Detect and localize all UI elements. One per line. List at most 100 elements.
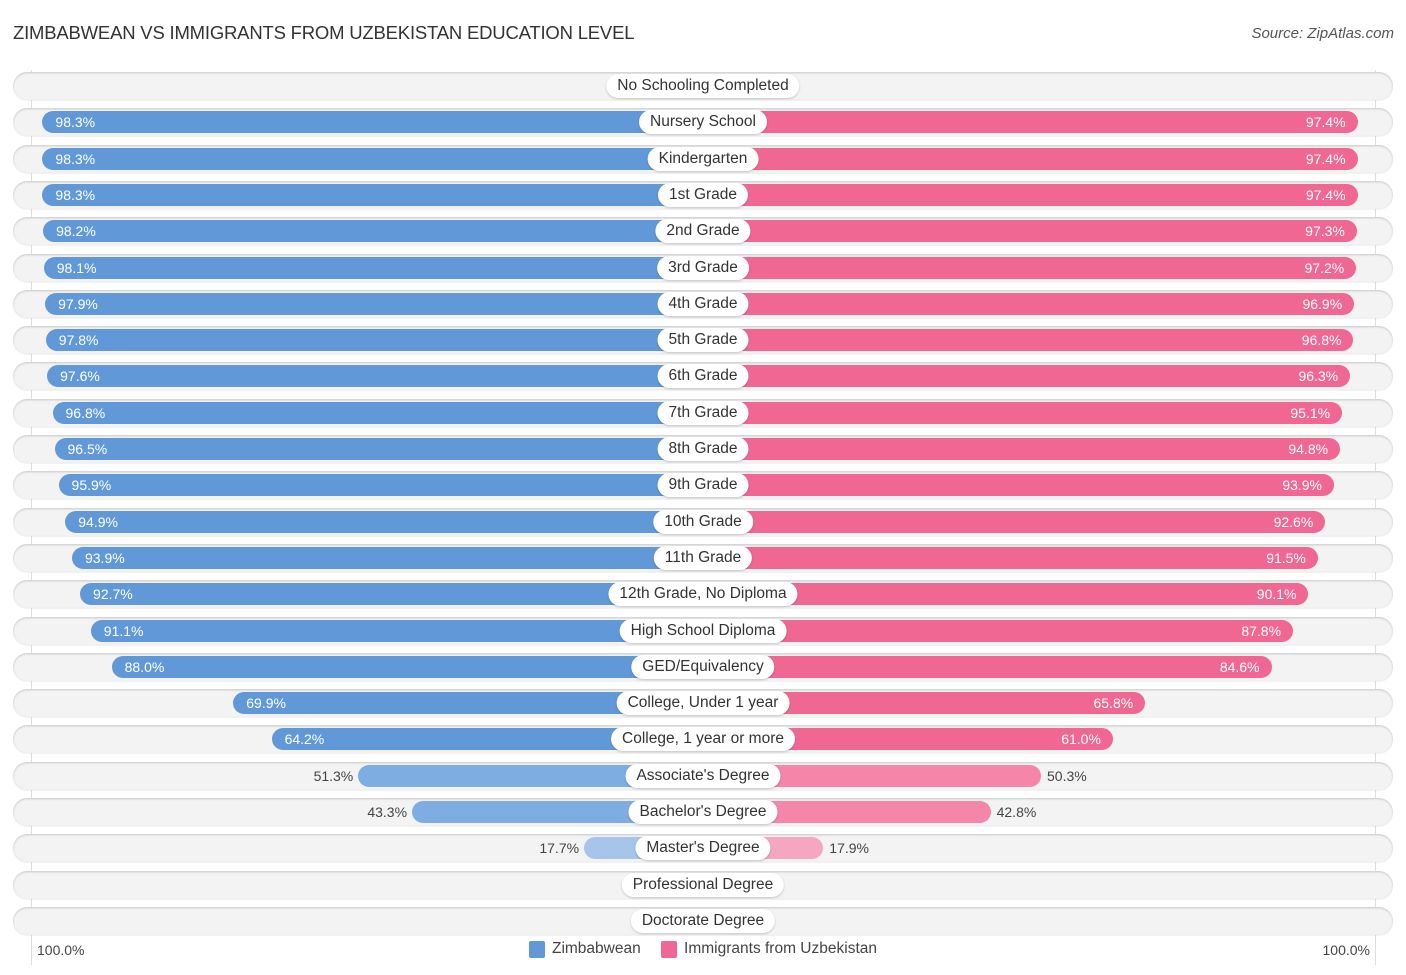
- chart-row: 97.8% 96.8% 5th Grade: [13, 326, 1393, 355]
- value-label-uzbekistan: 87.8%: [1241, 622, 1282, 639]
- value-label-uzbekistan: 92.6%: [1273, 513, 1314, 530]
- bar-zimbabwean[interactable]: [65, 510, 703, 533]
- category-label: 3rd Grade: [657, 255, 749, 280]
- value-label-zimbabwean: 92.7%: [93, 586, 133, 603]
- bar-zimbabwean[interactable]: [42, 147, 703, 170]
- legend-swatch-zimbabwean: [528, 940, 545, 958]
- bar-uzbekistan[interactable]: [703, 365, 1351, 388]
- category-label: College, Under 1 year: [616, 691, 790, 716]
- value-label-uzbekistan: 96.8%: [1301, 332, 1342, 349]
- bar-uzbekistan[interactable]: [703, 111, 1358, 134]
- chart-row: 93.9% 91.5% 11th Grade: [13, 543, 1393, 572]
- category-label: College, 1 year or more: [611, 727, 795, 752]
- legend-swatch-uzbekistan: [661, 940, 678, 958]
- bar-uzbekistan[interactable]: [703, 401, 1343, 424]
- bar-zimbabwean[interactable]: [90, 619, 703, 642]
- bar-zimbabwean[interactable]: [42, 111, 703, 134]
- chart-row: 5.2%5.2%Professional Degree: [13, 870, 1393, 899]
- bar-uzbekistan[interactable]: [703, 438, 1341, 460]
- value-label-zimbabwean: 98.3%: [55, 114, 96, 131]
- category-label: Associate's Degree: [625, 763, 781, 788]
- value-label-zimbabwean: 98.3%: [55, 150, 96, 167]
- value-label-uzbekistan: 97.2%: [1304, 259, 1345, 276]
- category-label: 5th Grade: [657, 328, 749, 353]
- bar-uzbekistan[interactable]: [703, 292, 1355, 315]
- chart-row: 51.3% 50.3% Associate's Degree: [13, 761, 1393, 790]
- bar-zimbabwean[interactable]: [58, 474, 703, 497]
- category-label: No Schooling Completed: [606, 74, 800, 98]
- chart-row: 96.8% 95.1% 7th Grade: [13, 398, 1393, 427]
- bar-zimbabwean[interactable]: [43, 220, 703, 243]
- category-label: Master's Degree: [635, 836, 771, 861]
- value-label-zimbabwean: 97.6%: [60, 368, 100, 385]
- bar-uzbekistan[interactable]: [703, 183, 1358, 206]
- bar-uzbekistan[interactable]: [703, 147, 1358, 170]
- legend-label: Immigrants from Uzbekistan: [684, 940, 877, 957]
- category-label: Doctorate Degree: [630, 908, 776, 933]
- value-label-uzbekistan: 17.9%: [829, 840, 869, 857]
- chart-row: 88.0% 84.6% GED/Equivalency: [13, 652, 1393, 681]
- chart-row: 98.3% 97.4% Nursery School: [13, 108, 1393, 137]
- category-label: 12th Grade, No Diploma: [608, 582, 798, 607]
- category-label: 6th Grade: [657, 364, 749, 389]
- value-label-uzbekistan: 90.1%: [1256, 586, 1297, 603]
- value-label-zimbabwean: 93.9%: [84, 549, 125, 566]
- bar-uzbekistan[interactable]: [703, 619, 1294, 642]
- bar-uzbekistan[interactable]: [703, 510, 1326, 533]
- chart-row: 98.3% 97.4% 1st Grade: [13, 180, 1393, 209]
- value-label-uzbekistan: 97.3%: [1305, 223, 1345, 240]
- category-label: 7th Grade: [657, 400, 749, 425]
- value-label-zimbabwean: 98.2%: [56, 223, 96, 240]
- value-label-zimbabwean: 69.9%: [246, 695, 286, 712]
- value-label-uzbekistan: 84.6%: [1219, 658, 1260, 675]
- bar-uzbekistan[interactable]: [703, 474, 1334, 497]
- bar-uzbekistan[interactable]: [703, 256, 1357, 279]
- value-label-uzbekistan: 97.4%: [1305, 114, 1346, 131]
- value-label-uzbekistan: 91.5%: [1266, 549, 1306, 566]
- chart-row: 1.7%2.6%No Schooling Completed: [13, 72, 1393, 100]
- chart-row: 43.3% 42.8% Bachelor's Degree: [13, 798, 1393, 826]
- bar-uzbekistan[interactable]: [703, 546, 1318, 569]
- value-label-zimbabwean: 94.9%: [78, 513, 118, 530]
- bar-zimbabwean[interactable]: [54, 438, 703, 460]
- value-label-uzbekistan: 96.9%: [1302, 295, 1343, 312]
- bar-uzbekistan[interactable]: [703, 655, 1272, 678]
- value-label-zimbabwean: 97.9%: [58, 295, 98, 312]
- category-label: 11th Grade: [653, 545, 753, 570]
- chart-row: 94.9% 92.6% 10th Grade: [13, 507, 1393, 536]
- bar-zimbabwean[interactable]: [71, 546, 703, 569]
- category-label: 10th Grade: [653, 509, 753, 534]
- chart-row: 64.2% 61.0% College, 1 year or more: [13, 725, 1393, 754]
- value-label-uzbekistan: 93.9%: [1282, 477, 1323, 494]
- bar-zimbabwean[interactable]: [47, 365, 703, 388]
- bar-zimbabwean[interactable]: [52, 401, 703, 424]
- chart-row: 95.9% 93.9% 9th Grade: [13, 471, 1393, 500]
- category-label: 4th Grade: [657, 291, 749, 316]
- value-label-zimbabwean: 43.3%: [367, 804, 408, 820]
- bar-uzbekistan[interactable]: [703, 329, 1354, 352]
- bar-zimbabwean[interactable]: [42, 183, 703, 206]
- category-label: High School Diploma: [619, 618, 787, 643]
- chart-row: 97.9% 96.9% 4th Grade: [13, 289, 1393, 318]
- category-label: 2nd Grade: [655, 219, 751, 244]
- value-label-uzbekistan: 95.1%: [1290, 404, 1331, 421]
- chart-row: 98.1% 97.2% 3rd Grade: [13, 253, 1393, 282]
- bar-zimbabwean[interactable]: [45, 329, 703, 352]
- value-label-uzbekistan: 96.3%: [1298, 368, 1339, 385]
- chart-row: 98.2% 97.3% 2nd Grade: [13, 217, 1393, 246]
- category-label: Bachelor's Degree: [628, 800, 778, 824]
- legend-item-uzbekistan[interactable]: Immigrants from Uzbekistan: [661, 940, 877, 958]
- chart-row: 96.5% 94.8% 8th Grade: [13, 435, 1393, 463]
- legend-item-zimbabwean[interactable]: Zimbabwean: [528, 940, 641, 958]
- bar-zimbabwean[interactable]: [43, 256, 703, 279]
- legend: Zimbabwean Immigrants from Uzbekistan: [0, 940, 1406, 963]
- value-label-zimbabwean: 95.9%: [71, 477, 112, 494]
- bar-zimbabwean[interactable]: [111, 655, 703, 678]
- value-label-zimbabwean: 91.1%: [103, 622, 144, 639]
- bar-zimbabwean[interactable]: [45, 292, 703, 315]
- value-label-zimbabwean: 64.2%: [284, 731, 325, 748]
- bar-uzbekistan[interactable]: [703, 220, 1357, 243]
- value-label-zimbabwean: 96.5%: [67, 441, 108, 457]
- value-label-uzbekistan: 61.0%: [1061, 731, 1101, 748]
- chart-row: 97.6% 96.3% 6th Grade: [13, 362, 1393, 391]
